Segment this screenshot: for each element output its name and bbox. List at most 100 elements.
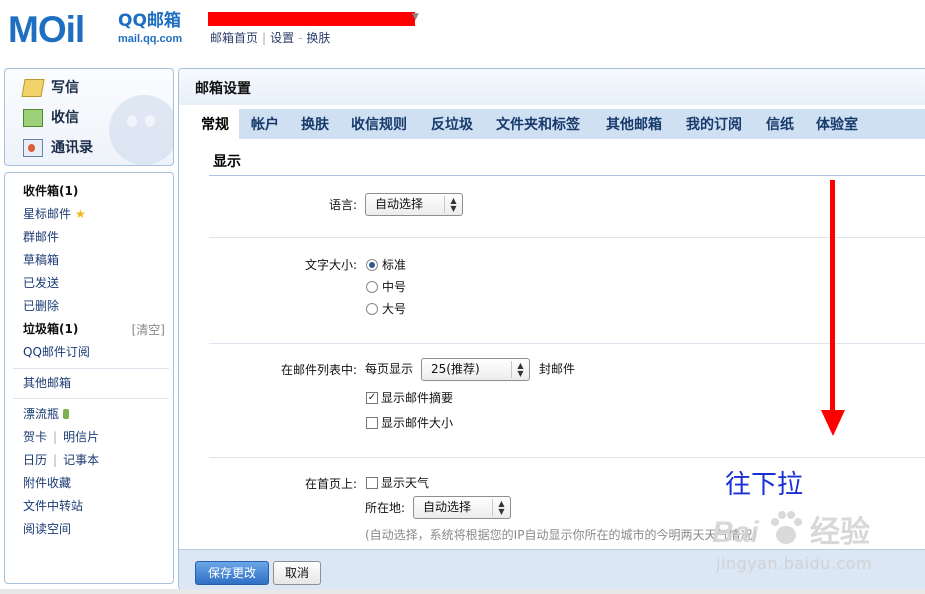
tab-folders-labels[interactable]: 文件夹和标签 [496,109,580,139]
sidebar-item-drift-bottle[interactable]: 漂流瓶 [23,406,70,422]
sidebar-item-file-transfer[interactable]: 文件中转站 [23,498,83,514]
cancel-button[interactable]: 取消 [273,561,321,585]
radio-label: 中号 [382,280,407,294]
contacts-card-icon [23,139,43,157]
location-select-value: 自动选择 [423,500,472,514]
select-updown-icon: ▲ ▼ [511,361,529,378]
pencil-icon [21,79,45,97]
settings-tab-bar: 常规 帐户 换肤 收信规则 反垃圾 文件夹和标签 其他邮箱 我的订阅 信纸 体验… [191,109,925,139]
tab-skin[interactable]: 换肤 [301,109,329,139]
receive-mail-button[interactable]: 收信 [23,106,79,130]
language-select-value: 自动选择 [375,197,424,211]
sidebar-folder-list: 收件箱(1) 星标邮件 ★ 群邮件 草稿箱 已发送 已删除 垃圾箱(1) [清空]… [4,172,174,584]
tab-lab[interactable]: 体验室 [816,109,858,139]
scroll-down-annotation-text: 往下拉 [725,470,804,500]
sidebar-item-deleted[interactable]: 已删除 [23,298,59,314]
language-select[interactable]: 自动选择 ▲ ▼ [365,193,463,216]
link-separator: - [298,31,303,45]
top-links: 邮箱首页 | 设置 - 换肤 [210,30,330,46]
checkbox-icon [366,417,378,429]
sidebar-item-label: 星标邮件 [23,207,72,221]
link-settings[interactable]: 设置 [270,31,294,45]
pipe-separator: | [53,430,58,444]
checkbox-label: 显示邮件摘要 [381,391,454,405]
page-title: 邮箱设置 [179,69,925,105]
show-weather-checkbox[interactable]: 显示天气 [366,475,429,491]
show-summary-checkbox[interactable]: ✓ 显示邮件摘要 [366,390,453,406]
greeting-card-link[interactable]: 贺卡 [23,430,47,444]
qq-mail-settings-window: MOil QQ邮箱 mail.qq.com ▼ 邮箱首页 | 设置 - 换肤 写信 收信… [0,0,925,594]
baidu-paw-icon [771,511,802,544]
font-size-radio-large[interactable]: 大号 [366,301,406,317]
calendar-link[interactable]: 日历 [23,453,47,467]
radio-icon [366,303,378,315]
checkbox-checked-icon: ✓ [366,392,378,404]
sidebar-item-calendar-notes: 日历 | 记事本 [23,452,99,468]
tab-stationery[interactable]: 信纸 [766,109,794,139]
checkbox-label: 显示天气 [381,476,430,490]
save-changes-button[interactable]: 保存更改 [195,561,269,585]
link-mailbox-home[interactable]: 邮箱首页 [210,31,258,45]
tab-anti-spam[interactable]: 反垃圾 [431,109,473,139]
sidebar-item-attachments[interactable]: 附件收藏 [23,475,71,491]
tab-other-mailboxes[interactable]: 其他邮箱 [606,109,662,139]
contacts-button[interactable]: 通讯录 [23,136,93,160]
tab-general[interactable]: 常规 [191,109,239,139]
sidebar-divider [13,398,169,399]
bottle-icon [63,409,70,419]
radio-label: 标准 [382,258,407,272]
window-bottom-edge [0,589,925,594]
qq-mail-logo[interactable]: MOil QQ邮箱 mail.qq.com [8,10,190,50]
mail-list-label: 在邮件列表中: [280,363,357,377]
sidebar-item-qq-subscription[interactable]: QQ邮件订阅 [23,344,90,360]
empty-spam-link[interactable]: [清空] [132,322,165,338]
row-divider [209,457,925,458]
homepage-label: 在首页上: [304,477,357,491]
location-label: 所在地: [365,501,406,515]
inbox-download-icon [23,109,43,127]
location-select[interactable]: 自动选择 ▲ ▼ [413,496,511,519]
link-skin[interactable]: 换肤 [306,31,330,45]
sidebar-item-cards: 贺卡 | 明信片 [23,429,99,445]
postcard-link[interactable]: 明信片 [63,430,99,444]
notepad-link[interactable]: 记事本 [63,453,99,467]
sidebar-item-group-mail[interactable]: 群邮件 [23,229,59,245]
sidebar-item-sent[interactable]: 已发送 [23,275,59,291]
per-page-select[interactable]: 25(推荐) ▲ ▼ [421,358,530,381]
write-mail-button[interactable]: 写信 [21,76,79,100]
sidebar-item-spam[interactable]: 垃圾箱(1) [23,321,78,337]
logo-qq-mailbox-text: QQ邮箱 [118,11,181,31]
show-size-checkbox[interactable]: 显示邮件大小 [366,415,453,431]
sidebar-actions-panel: 写信 收信 通讯录 [4,68,174,166]
contacts-label: 通讯录 [51,140,93,156]
per-page-suffix: 封邮件 [539,362,576,376]
qq-penguin-decoration-icon [109,95,173,165]
account-dropdown-caret-icon[interactable]: ▼ [412,12,419,22]
radio-selected-icon [366,259,378,271]
watermark-jingyan-text: 经验 [810,515,870,550]
logo-mail-wordmark: MOil [8,9,85,50]
settings-content: 显示 语言: 自动选择 ▲ ▼ 文字大小: 标准 中号 大号 在邮件列表中: 每页… [191,139,925,549]
section-title-display: 显示 [213,154,241,170]
sidebar-item-inbox[interactable]: 收件箱(1) [23,183,78,199]
select-updown-icon: ▲ ▼ [444,196,462,213]
font-size-radio-medium[interactable]: 中号 [366,279,406,295]
checkbox-icon [366,477,378,489]
scroll-down-arrow-annotation [821,180,845,436]
star-icon: ★ [75,207,86,221]
watermark-url: jingyan.baidu.com [716,554,873,573]
sidebar-item-drafts[interactable]: 草稿箱 [23,252,59,268]
tab-my-subscriptions[interactable]: 我的订阅 [686,109,742,139]
radio-label: 大号 [382,302,407,316]
sidebar-item-other-mailbox[interactable]: 其他邮箱 [23,375,71,391]
tab-receive-rules[interactable]: 收信规则 [351,109,407,139]
font-size-radio-standard[interactable]: 标准 [366,257,406,273]
weather-hint-text: (自动选择，系统将根据您的IP自动显示你所在的城市的今明两天天气情况) [365,528,758,542]
sidebar-item-reading-space[interactable]: 阅读空间 [23,521,71,537]
sidebar-item-starred[interactable]: 星标邮件 ★ [23,206,86,222]
write-mail-label: 写信 [51,80,79,96]
per-page-prefix: 每页显示 [365,362,414,376]
redacted-account-name [208,12,415,26]
watermark-brand-text: Bai [712,516,759,549]
tab-account[interactable]: 帐户 [251,109,279,139]
